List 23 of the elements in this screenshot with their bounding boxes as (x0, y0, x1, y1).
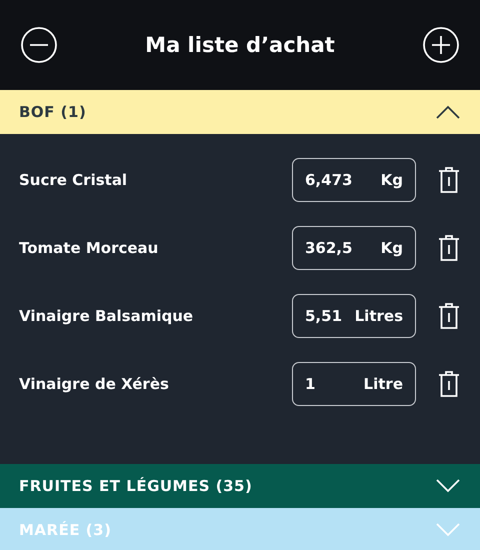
quantity-field[interactable]: 362,5 Kg (292, 226, 416, 270)
item-name: Tomate Morceau (19, 239, 160, 257)
page-title: Ma liste d’achat (145, 33, 335, 57)
item-name: Vinaigre Balsamique (19, 307, 194, 325)
quantity-field[interactable]: 6,473 Kg (292, 158, 416, 202)
quantity-field[interactable]: 1 Litre (292, 362, 416, 406)
category-header[interactable]: BOF (1) (0, 90, 480, 134)
chevron-icon (436, 105, 460, 119)
category-title: BOF (1) (19, 103, 86, 121)
item-name: Vinaigre de Xérès (19, 375, 170, 393)
item-name: Sucre Cristal (19, 171, 128, 189)
trash-icon[interactable] (438, 234, 460, 262)
chevron-icon (436, 523, 460, 537)
category-title: FRUITES ET LÉGUMES (35) (19, 477, 252, 495)
trash-icon[interactable] (438, 370, 460, 398)
category-title: MARÉE (3) (19, 521, 112, 539)
chevron-icon (436, 479, 460, 493)
quantity-field[interactable]: 5,51 Litres (292, 294, 416, 338)
add-button[interactable] (422, 26, 460, 64)
trash-icon[interactable] (438, 166, 460, 194)
trash-icon[interactable] (438, 302, 460, 330)
remove-button[interactable] (20, 26, 58, 64)
category-header[interactable]: FRUITES ET LÉGUMES (35) (0, 464, 480, 508)
